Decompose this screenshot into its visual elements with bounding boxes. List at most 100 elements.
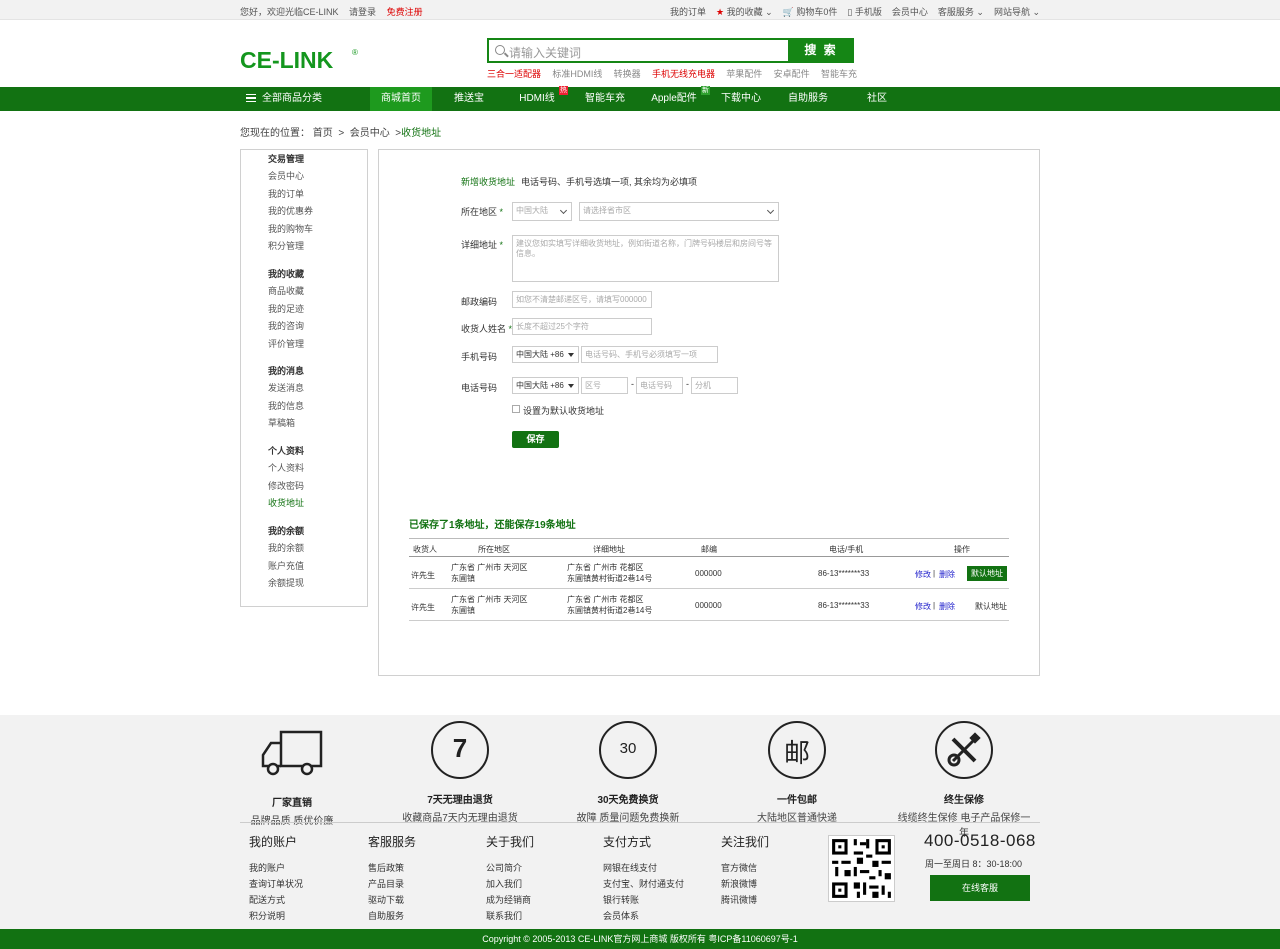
footer-link[interactable]: 自助服务 [368, 908, 416, 924]
top-link-sitemap[interactable]: 网站导航 ⌄ [994, 5, 1040, 18]
region-select[interactable]: 请选择省市区 [579, 202, 779, 221]
sidebar-item[interactable]: 我的优惠券 [268, 203, 313, 221]
sidebar-item[interactable]: 余额提现 [268, 575, 304, 593]
area-code-input[interactable]: 区号 [581, 377, 628, 394]
sidebar-item[interactable]: 我的购物车 [268, 221, 313, 239]
hot-word[interactable]: 智能车充 [821, 67, 857, 80]
hot-word[interactable]: 转换器 [614, 67, 641, 80]
zip-value: 000000 [695, 601, 722, 610]
footer-link[interactable]: 官方微信 [721, 860, 769, 876]
zip-input[interactable]: 如您不清楚邮递区号，请填写000000 [512, 291, 652, 308]
sidebar-item[interactable]: 我的足迹 [268, 301, 304, 319]
footer-link[interactable]: 积分说明 [249, 908, 303, 924]
top-link-service[interactable]: 客服服务 ⌄ [938, 5, 984, 18]
footer-link[interactable]: 会员体系 [603, 908, 684, 924]
online-service-button[interactable]: 在线客服 [930, 875, 1030, 901]
celink-logo[interactable]: CE-LINK ® [240, 46, 365, 72]
phone-number-input[interactable]: 电话号码 [636, 377, 683, 394]
address-textarea[interactable]: 建议您如实填写详细收货地址，例如街道名称，门牌号码楼层和房间号等信息。 [512, 235, 779, 282]
nav-item-community[interactable]: 社区 [862, 87, 892, 111]
region-country-select[interactable]: 中国大陆 [512, 202, 572, 221]
search-input[interactable]: 请输入关键词 [509, 44, 581, 61]
sidebar-item[interactable]: 个人资料 [268, 460, 304, 478]
phone-country-select[interactable]: 中国大陆 +86 [512, 377, 579, 394]
nav-item-home[interactable]: 商城首页 [370, 87, 432, 111]
footer-link[interactable]: 产品目录 [368, 876, 416, 892]
hot-word[interactable]: 三合一适配器 [487, 67, 541, 80]
wrench-screwdriver-icon [947, 732, 981, 767]
sidebar-item[interactable]: 我的信息 [268, 398, 304, 416]
sidebar-item[interactable]: 我的订单 [268, 186, 313, 204]
nav-item-hdmi[interactable]: HDMI线热 [514, 86, 568, 111]
zip-value: 000000 [695, 569, 722, 578]
footer-link[interactable]: 联系我们 [486, 908, 534, 924]
all-categories-menu[interactable]: 全部商品分类 [240, 87, 365, 111]
sidebar-item[interactable]: 草稿箱 [268, 415, 304, 433]
hot-word[interactable]: 手机无线充电器 [652, 67, 715, 80]
sidebar-item[interactable]: 我的咨询 [268, 318, 304, 336]
delete-link[interactable]: 删除 [939, 569, 955, 580]
footer-link[interactable]: 配送方式 [249, 892, 303, 908]
footer-link[interactable]: 成为经销商 [486, 892, 534, 908]
footer-link[interactable]: 查询订单状况 [249, 876, 303, 892]
sidebar-item[interactable]: 评价管理 [268, 336, 304, 354]
mobile-country-select[interactable]: 中国大陆 +86 [512, 346, 579, 363]
nav-item-car-charger[interactable]: 智能车充 [582, 87, 628, 111]
sidebar-item[interactable]: 我的余额 [268, 540, 304, 558]
edit-link[interactable]: 修改 [915, 569, 931, 580]
breadcrumb-member[interactable]: 会员中心 [350, 128, 390, 139]
footer-link[interactable]: 售后政策 [368, 860, 416, 876]
edit-link[interactable]: 修改 [915, 601, 931, 612]
top-link-cart[interactable]: 🛒 购物车0件 [783, 5, 838, 18]
receiver-name: 许先生 [411, 571, 435, 580]
top-link-member[interactable]: 会员中心 [892, 5, 928, 18]
sidebar-item[interactable]: 发送消息 [268, 380, 304, 398]
footer-link[interactable]: 网银在线支付 [603, 860, 684, 876]
register-link[interactable]: 免费注册 [387, 7, 423, 17]
nav-item-self-service[interactable]: 自助服务 [785, 87, 831, 111]
address-table: 收货人 所在地区 详细地址 邮编 电话/手机 操作 许先生 广东省 广州市 天河… [409, 538, 1009, 621]
receiver-input[interactable]: 长度不超过25个字符 [512, 318, 652, 335]
top-link-orders[interactable]: 我的订单 [670, 5, 706, 18]
hot-word[interactable]: 苹果配件 [726, 67, 762, 80]
set-default-link[interactable]: 默认地址 [975, 601, 1007, 612]
top-link-mobile[interactable]: ▯ 手机版 [847, 5, 881, 18]
footer-link[interactable]: 新浪微博 [721, 876, 769, 892]
default-address-button[interactable]: 默认地址 [967, 566, 1007, 581]
nav-item-download[interactable]: 下载中心 [718, 87, 764, 111]
nav-item-apple[interactable]: Apple配件新 [646, 86, 710, 111]
nav-item-tuisongbao[interactable]: 推送宝 [444, 87, 494, 111]
address-line: 东圃镇黄村街道2巷14号 [567, 606, 653, 615]
hot-word[interactable]: 标准HDMI线 [552, 67, 602, 80]
phone-value: 86-13*******33 [818, 569, 870, 578]
save-button[interactable]: 保存 [512, 431, 559, 448]
footer-link[interactable]: 腾讯微博 [721, 892, 769, 908]
footer-link[interactable]: 我的账户 [249, 860, 303, 876]
sidebar-item[interactable]: 积分管理 [268, 238, 313, 256]
sidebar-item[interactable]: 会员中心 [268, 168, 313, 186]
footer-link[interactable]: 驱动下载 [368, 892, 416, 908]
delete-link[interactable]: 删除 [939, 601, 955, 612]
search-button[interactable]: 搜 索 [788, 38, 854, 63]
hot-word[interactable]: 安卓配件 [774, 67, 810, 80]
footer-link[interactable]: 支付宝、财付通支付 [603, 876, 684, 892]
extension-input[interactable]: 分机 [691, 377, 738, 394]
address-label-text: 详细地址 [461, 240, 498, 250]
zip-label: 邮政编码 [461, 297, 498, 307]
breadcrumb-home[interactable]: 首页 [313, 128, 333, 139]
cart-icon: 🛒 [782, 7, 794, 17]
top-link-favorites[interactable]: ★ 我的收藏 ⌄ [716, 5, 773, 18]
login-link[interactable]: 请登录 [349, 7, 376, 17]
sidebar-item[interactable]: 账户充值 [268, 558, 304, 576]
sidebar-item[interactable]: 商品收藏 [268, 283, 304, 301]
default-checkbox[interactable] [512, 405, 520, 413]
sidebar-item[interactable]: 修改密码 [268, 478, 304, 496]
footer-link[interactable]: 银行转账 [603, 892, 684, 908]
phone-label: 电话号码 [461, 383, 498, 393]
mobile-input[interactable]: 电话号码、手机号必须填写一项 [581, 346, 718, 363]
footer-link[interactable]: 公司简介 [486, 860, 534, 876]
sidebar-item-address[interactable]: 收货地址 [268, 495, 304, 513]
hot-badge: 热 [559, 86, 568, 95]
footer-link[interactable]: 加入我们 [486, 876, 534, 892]
seven-day-icon: 7 [431, 721, 489, 779]
